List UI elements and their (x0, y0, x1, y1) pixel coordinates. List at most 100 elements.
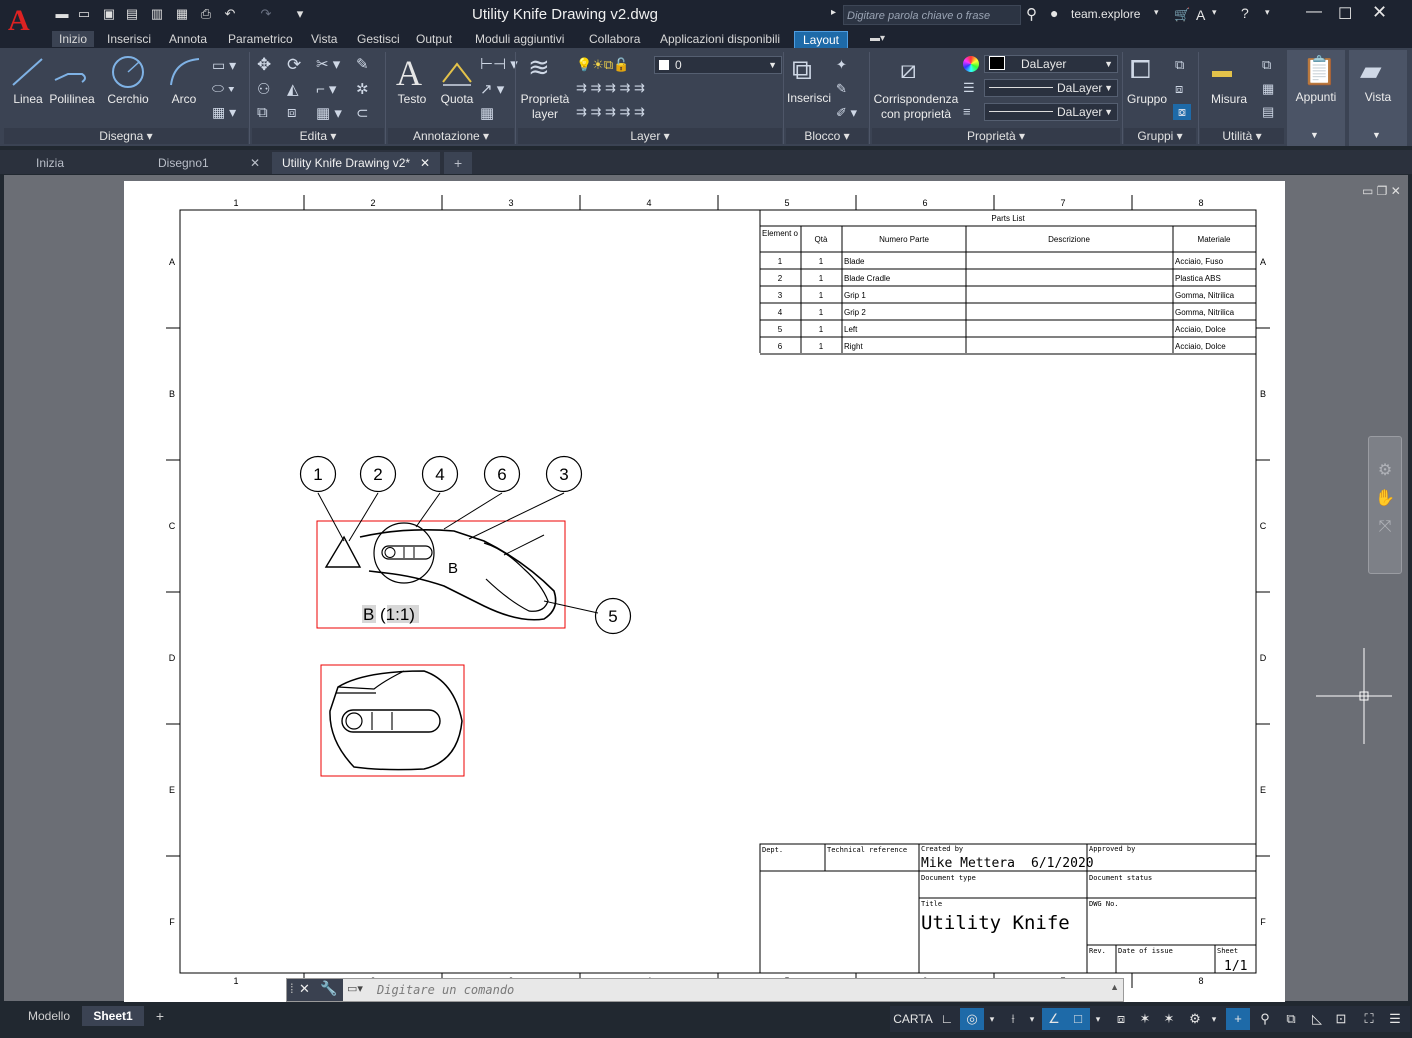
measure-button[interactable]: Misura (1204, 92, 1254, 106)
panel-annotation-title[interactable]: Annotazione ▾ (388, 128, 514, 144)
group-selection-icon[interactable]: ⧇ (1173, 104, 1191, 120)
polyline-icon[interactable] (52, 56, 90, 88)
mirror-icon[interactable]: ◭ (287, 80, 299, 98)
annotation-visibility-icon[interactable]: ✶ (1134, 1008, 1156, 1030)
workspace-dropdown-icon[interactable]: ▾ (1208, 1008, 1220, 1030)
layout-tab-sheet1[interactable]: Sheet1 (82, 1006, 144, 1026)
navbar-tools-icon[interactable]: ⚙ ✋ ⤧ (1369, 457, 1401, 541)
user-icon[interactable]: ● (1050, 5, 1058, 21)
panel-utilities-title[interactable]: Utilità ▾ (1200, 128, 1284, 144)
panel-block-title[interactable]: Blocco ▾ (786, 128, 868, 144)
fillet-icon[interactable]: ⌐ ▾ (316, 80, 336, 98)
paper-space-button[interactable]: CARTA (892, 1008, 934, 1030)
text-button[interactable]: Testo (392, 92, 432, 106)
line-button[interactable]: Linea (10, 92, 46, 106)
minimize-icon[interactable]: — (1306, 3, 1322, 21)
redo-icon[interactable]: ↷ (258, 6, 274, 22)
rotate-icon[interactable]: ⟳ (287, 55, 301, 75)
calculator-icon[interactable]: ▦ (1262, 81, 1274, 97)
search-input[interactable]: Digitare parola chiave o frase (843, 5, 1021, 25)
command-line-settings-icon[interactable]: 🔧 (320, 980, 337, 997)
line-icon[interactable] (10, 56, 46, 88)
rectangle-icon[interactable]: ▭ ▾ (212, 57, 236, 74)
move-icon[interactable]: ✥ (257, 55, 271, 75)
paper-sheet[interactable]: 1122334455667788 AABBCCDDEEFF Parts List… (124, 181, 1285, 1002)
add-layout-icon[interactable]: + (150, 1006, 170, 1026)
view-expand-icon[interactable]: ▼ (1372, 130, 1381, 140)
save-as-icon[interactable]: ▤ (124, 6, 140, 22)
polar-dropdown-icon[interactable]: ▾ (1026, 1008, 1038, 1030)
file-tab-inizia[interactable]: Inizia (26, 152, 146, 174)
command-line-grip-icon[interactable]: ⁞ (290, 981, 294, 996)
linear-dim-icon[interactable]: ⊢⊣ ▾ (480, 55, 518, 73)
tab-vista[interactable]: Vista (311, 31, 337, 47)
panel-edit-title[interactable]: Edita ▾ (252, 128, 384, 144)
ribbon-toggle-icon[interactable]: ▬▾ (870, 31, 885, 47)
viewport-controls[interactable]: ▭ ❐ ✕ (1362, 184, 1401, 198)
object-snap-tracking-icon[interactable]: □ (1066, 1008, 1090, 1030)
color-wheel-icon[interactable] (963, 56, 979, 72)
tab-applicazioni-disponibili[interactable]: Applicazioni disponibili (660, 31, 780, 47)
isolate-objects-icon[interactable]: ⚲ (1254, 1008, 1276, 1030)
selection-cycling-icon[interactable]: ⧈ (1110, 1008, 1132, 1030)
lineweight-icon[interactable]: ≡ (963, 104, 971, 119)
view-icon[interactable]: ▰ (1360, 54, 1382, 87)
new-file-icon[interactable]: ▬ (54, 6, 70, 22)
dimension-icon[interactable] (440, 56, 474, 88)
layout-tab-modello[interactable]: Modello (20, 1006, 78, 1026)
panel-groups-title[interactable]: Gruppi ▾ (1124, 128, 1196, 144)
quick-access-menu-icon[interactable]: ▾ (292, 6, 308, 22)
status-menu-icon[interactable]: ☰ (1384, 1008, 1406, 1030)
fullscreen-icon[interactable]: ⛶ (1358, 1008, 1380, 1030)
layer-dropdown[interactable]: 0 ▼ (654, 56, 782, 74)
arc-button[interactable]: Arco (166, 92, 202, 106)
ortho-icon[interactable]: ⟊ (1002, 1008, 1024, 1030)
osnap-dropdown-icon[interactable]: ▾ (1092, 1008, 1104, 1030)
grid-icon[interactable]: ∟ (936, 1008, 958, 1030)
command-line[interactable]: ⁞ ✕ 🔧 ▭▾ Digitare un comando ▲ (286, 978, 1124, 1002)
maximize-icon[interactable]: ☐ (1338, 4, 1352, 24)
ungroup-icon[interactable]: ⧉ (1175, 57, 1184, 73)
autodesk-dropdown-icon[interactable]: ▾ (1212, 7, 1217, 18)
tab-parametrico[interactable]: Parametrico (228, 31, 293, 47)
text-icon[interactable]: A (396, 52, 422, 94)
annotation-scale-icon[interactable]: ✶ (1158, 1008, 1180, 1030)
linetype-icon[interactable]: ☰ (963, 80, 975, 96)
group-button[interactable]: Gruppo (1124, 92, 1170, 106)
user-dropdown-icon[interactable]: ▾ (1154, 7, 1159, 18)
close-tab-icon[interactable]: ✕ (250, 152, 260, 174)
workspace-gear-icon[interactable]: ⚙ (1184, 1008, 1206, 1030)
help-dropdown-icon[interactable]: ▾ (1265, 7, 1270, 18)
arc-icon[interactable] (168, 56, 202, 88)
navigation-bar[interactable]: ⚙ ✋ ⤧ (1368, 436, 1402, 574)
layer-tools-row-1-icon[interactable]: ⇉ ⇉ ⇉ ⇉ ⇉ (576, 80, 645, 96)
panel-layer-title[interactable]: Layer ▾ (518, 128, 782, 144)
tab-gestisci[interactable]: Gestisci (357, 31, 400, 47)
create-block-icon[interactable]: ✦ (836, 57, 847, 73)
lineweight-dropdown[interactable]: DaLayer ▼ (984, 103, 1118, 121)
match-properties-icon[interactable]: ⧄ (900, 54, 917, 86)
user-name[interactable]: team.explore (1071, 7, 1140, 21)
file-tab-disegno1[interactable]: Disegno1 ✕ (148, 152, 268, 174)
tab-output[interactable]: Output (416, 31, 452, 47)
match-properties-button[interactable]: Corrispondenza (872, 92, 960, 106)
new-tab-icon[interactable]: + (444, 152, 472, 174)
measure-icon[interactable]: ▬ (1212, 60, 1232, 83)
hatch-icon[interactable]: ⬭ ▾ (212, 80, 235, 97)
command-input[interactable]: Digitare un comando (377, 983, 514, 997)
match-properties-button-line2[interactable]: con proprietà (872, 107, 960, 121)
layer-properties-button-line2[interactable]: layer (518, 107, 572, 121)
print-icon[interactable]: ⎙ (198, 6, 214, 22)
lock-ui-icon[interactable]: ◺ (1306, 1008, 1328, 1030)
tab-moduli-aggiuntivi[interactable]: Moduli aggiuntivi (475, 31, 564, 47)
layer-properties-icon[interactable]: ≋ (528, 52, 550, 83)
object-snap-icon[interactable]: ∠ (1042, 1008, 1066, 1030)
erase-icon[interactable]: ✎ (356, 55, 369, 73)
linetype-dropdown[interactable]: DaLayer ▼ (984, 79, 1118, 97)
close-icon[interactable]: ✕ (1372, 2, 1387, 23)
explode-icon[interactable]: ✲ (356, 80, 369, 98)
help-icon[interactable]: ? (1241, 5, 1249, 21)
circle-icon[interactable] (110, 54, 146, 90)
publish-icon[interactable]: ▥ (149, 6, 165, 22)
array-icon[interactable]: ▦ ▾ (316, 104, 342, 122)
